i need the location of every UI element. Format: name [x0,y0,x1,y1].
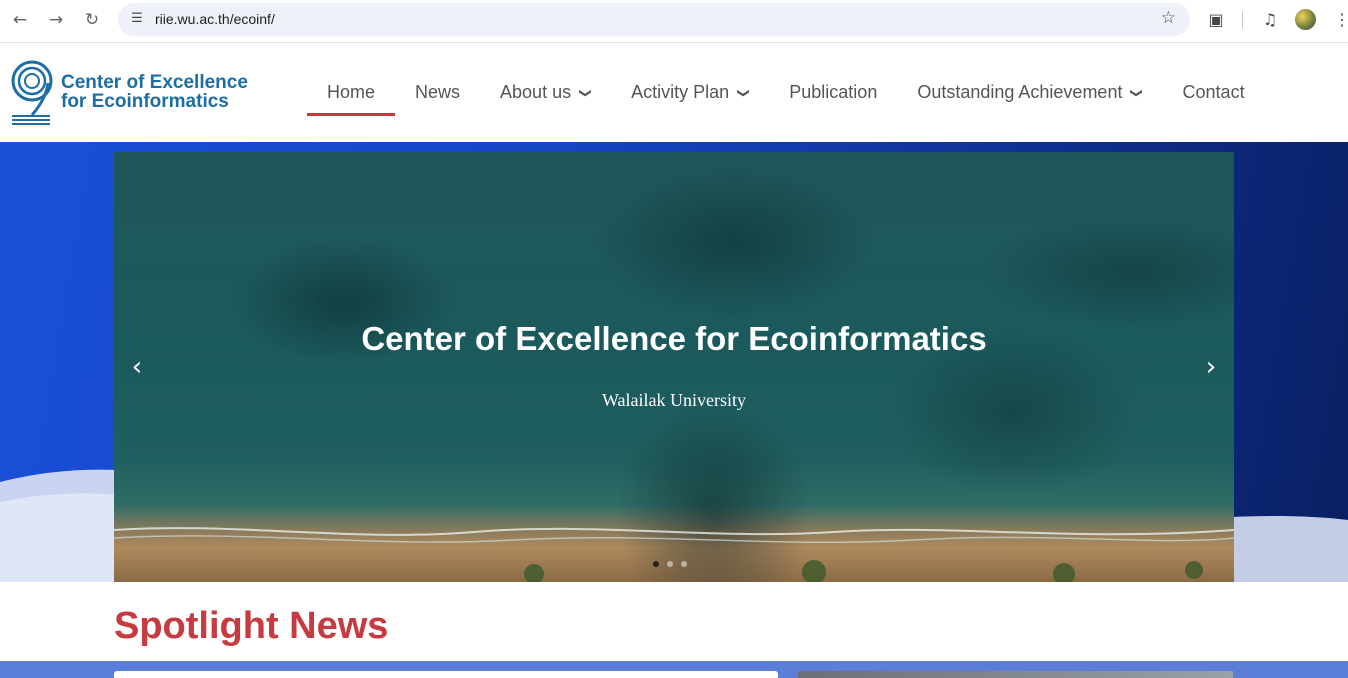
chevron-down-icon: ❯ [737,87,752,98]
logo-line-2: for Ecoinformatics [61,91,229,112]
nav-item-publication[interactable]: Publication [769,43,897,142]
nav-item-contact[interactable]: Contact [1163,43,1265,142]
profile-avatar[interactable] [1295,9,1316,30]
site-logo-icon[interactable] [10,59,54,125]
address-bar[interactable]: ☰ riie.wu.ac.th/ecoinf/ ☆ [118,3,1190,36]
nav-item-about-us[interactable]: About us ❯ [480,43,611,142]
hero-title: Center of Excellence for Ecoinformatics [361,320,987,357]
news-card-image[interactable] [798,671,1233,678]
site-info-icon[interactable]: ☰ [128,10,146,28]
reload-icon[interactable]: ↻ [80,8,104,32]
logo-line-1: Center of Excellence [61,72,248,93]
slider-next-arrow-icon[interactable]: › [1196,352,1226,382]
toolbar-divider [1242,11,1243,29]
nav-label: Publication [789,82,878,102]
slider-dot[interactable] [667,561,673,567]
hero-subtitle: Walailak University [601,390,746,410]
bookmark-star-icon[interactable]: ☆ [1161,8,1176,28]
beach-shoreline-decoration [114,527,1234,582]
nav-item-activity-plan[interactable]: Activity Plan ❯ [611,43,769,142]
main-navigation: Home News About us ❯ Activity Plan ❯ Pub… [307,43,1265,142]
forward-icon[interactable]: → [44,8,68,32]
nav-label: About us [500,82,572,102]
slider-prev-arrow-icon[interactable]: ‹ [122,352,152,382]
nav-label: Home [327,82,376,102]
chevron-down-icon: ❯ [1130,87,1145,98]
hero-slider[interactable]: Center of Excellence for Ecoinformatics … [114,152,1234,582]
browser-toolbar: ← → ↻ ☰ riie.wu.ac.th/ecoinf/ ☆ ▣ ♫ ⋮ [0,0,1348,43]
nav-item-outstanding-achievement[interactable]: Outstanding Achievement ❯ [897,43,1162,142]
site-logo-text[interactable]: Center of Excellence for Ecoinformatics [61,73,248,111]
nav-item-news[interactable]: News [395,43,480,142]
nav-label: Outstanding Achievement [917,82,1123,102]
site-header: Center of Excellence for Ecoinformatics … [0,43,1348,142]
nav-label: News [415,82,461,102]
chevron-down-icon: ❯ [579,87,594,98]
spotlight-news-heading: Spotlight News [114,605,389,647]
news-card[interactable] [114,671,778,678]
back-icon[interactable]: ← [8,8,32,32]
media-playlist-icon[interactable]: ♫ [1258,8,1282,32]
nav-label: Contact [1182,82,1245,102]
nav-item-home[interactable]: Home [307,43,396,142]
slider-dot[interactable] [653,561,659,567]
kebab-menu-icon[interactable]: ⋮ [1330,8,1348,32]
nav-label: Activity Plan [631,82,730,102]
extensions-icon[interactable]: ▣ [1204,8,1228,32]
slider-dot[interactable] [681,561,687,567]
url-text[interactable]: riie.wu.ac.th/ecoinf/ [155,11,275,27]
